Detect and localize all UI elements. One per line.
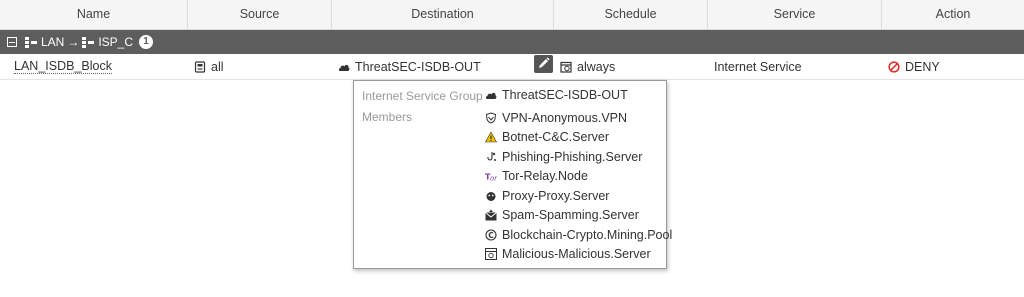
internet-service-group-icon — [338, 64, 350, 71]
malicious-server-icon — [485, 248, 497, 260]
source-value[interactable]: all — [211, 60, 224, 74]
interface-icon — [82, 36, 95, 48]
group-value-text: ThreatSEC-ISDB-OUT — [502, 88, 628, 102]
member-label: Tor-Relay.Node — [502, 169, 588, 183]
column-header-action[interactable]: Action — [882, 0, 1024, 29]
pencil-icon — [539, 57, 550, 68]
member-item: Spam-Spamming.Server — [485, 208, 639, 222]
address-icon — [194, 60, 206, 73]
deny-icon — [888, 60, 900, 73]
member-item: VPN-Anonymous.VPN — [485, 111, 627, 125]
crypto-coin-icon: C — [485, 229, 497, 241]
member-item: Proxy-Proxy.Server — [485, 189, 609, 203]
arrow-icon: → — [67, 35, 80, 49]
cell-name: LAN_ISDB_Block — [0, 54, 188, 79]
table-row[interactable]: LAN_ISDB_Block all ThreatSEC-ISDB-OUT al… — [0, 54, 1024, 80]
tor-icon: T or — [485, 173, 497, 183]
member-label: Phishing-Phishing.Server — [502, 150, 643, 164]
group-destination-interface: ISP_C — [98, 35, 134, 49]
schedule-icon — [560, 61, 572, 73]
members-label: Members — [362, 110, 413, 124]
internet-service-group-icon — [485, 92, 497, 99]
phishing-hook-icon — [487, 152, 496, 161]
interface-icon — [25, 36, 37, 48]
destination-tooltip: Internet Service Group ThreatSEC-ISDB-OU… — [353, 80, 672, 269]
cell-schedule: always — [554, 54, 708, 79]
edit-button[interactable] — [534, 55, 553, 73]
cell-destination: ThreatSEC-ISDB-OUT — [332, 54, 554, 79]
vpn-shield-icon — [485, 112, 497, 124]
member-item: Malicious-Malicious.Server — [485, 247, 651, 261]
service-value[interactable]: Internet Service — [714, 60, 802, 74]
warning-icon — [485, 131, 497, 143]
collapse-icon[interactable] — [7, 37, 17, 47]
member-label: VPN-Anonymous.VPN — [502, 111, 628, 125]
cell-action: DENY — [882, 54, 1024, 79]
cell-source: all — [188, 54, 332, 79]
member-item: Botnet-C&C.Server — [485, 130, 609, 144]
column-header-schedule[interactable]: Schedule — [554, 0, 708, 29]
column-header-service[interactable]: Service — [708, 0, 882, 29]
column-header-source[interactable]: Source — [188, 0, 332, 29]
spam-mail-icon — [485, 209, 497, 221]
column-header-name[interactable]: Name — [0, 0, 188, 29]
member-label: Malicious-Malicious.Server — [502, 247, 651, 261]
member-label: Proxy-Proxy.Server — [502, 189, 610, 203]
policy-group-bar[interactable]: LAN → ISP_C 1 — [0, 30, 1024, 54]
table-header: Name Source Destination Schedule Service… — [0, 0, 1024, 30]
member-item: C Blockchain-Crypto.Mining.Pool — [485, 228, 672, 242]
destination-value[interactable]: ThreatSEC-ISDB-OUT — [355, 60, 481, 74]
member-label: Botnet-C&C.Server — [502, 130, 609, 144]
column-header-destination[interactable]: Destination — [332, 0, 554, 29]
group-value: ThreatSEC-ISDB-OUT — [485, 88, 628, 102]
member-item: Phishing-Phishing.Server — [485, 150, 642, 164]
policy-count-badge: 1 — [139, 35, 154, 49]
group-type-label: Internet Service Group — [362, 89, 483, 103]
member-item: T or Tor-Relay.Node — [485, 169, 588, 183]
action-value[interactable]: DENY — [905, 60, 940, 74]
member-label: Spam-Spamming.Server — [502, 208, 639, 222]
svg-text:or: or — [490, 175, 497, 183]
policy-name[interactable]: LAN_ISDB_Block — [14, 59, 112, 74]
member-label: Blockchain-Crypto.Mining.Pool — [502, 228, 673, 242]
cell-service: Internet Service — [708, 54, 882, 79]
svg-text:C: C — [488, 231, 494, 240]
schedule-value[interactable]: always — [577, 60, 615, 74]
group-source-interface: LAN — [41, 35, 65, 49]
proxy-icon — [486, 192, 496, 201]
